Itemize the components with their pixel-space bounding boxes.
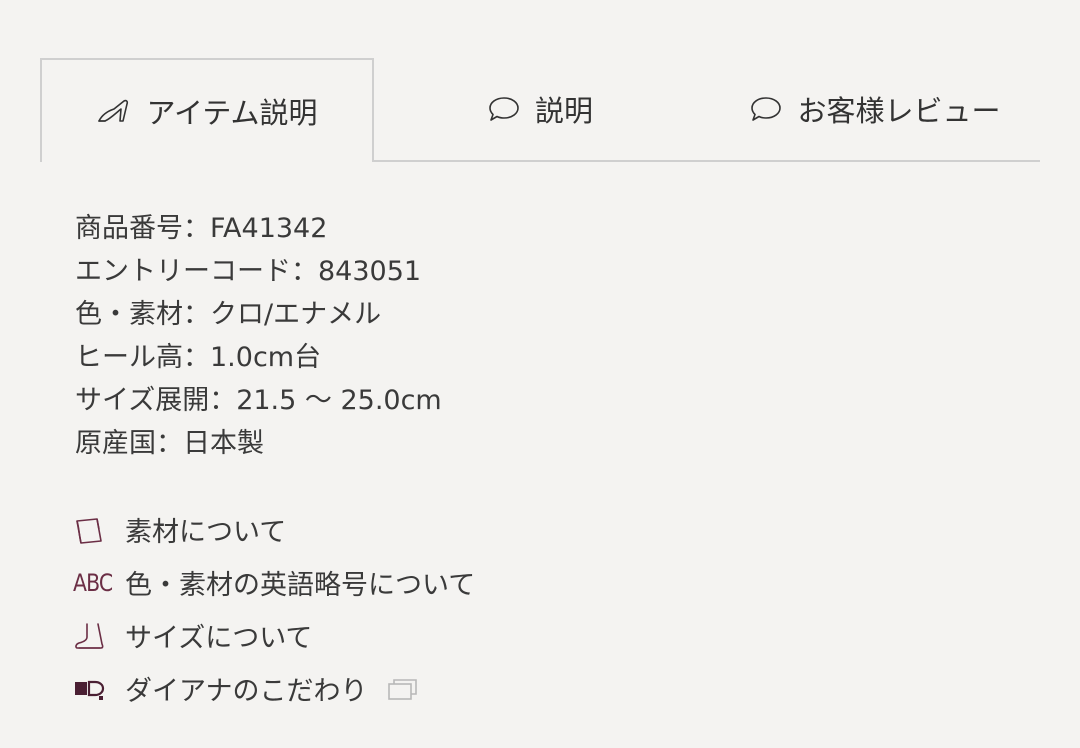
- tab-label: お客様レビュー: [797, 94, 1001, 128]
- link-label: ダイアナのこだわり: [125, 676, 368, 707]
- info-links: 素材について ABC 色・素材の英語略号について サイズについて ダイアナのこだ…: [73, 503, 475, 715]
- abc-icon: ABC: [73, 568, 113, 597]
- speech-bubble-icon: [749, 95, 783, 123]
- spec-item-origin: 原産国：日本製: [75, 428, 264, 459]
- spec-item-entry-code: エントリーコード：843051: [75, 256, 422, 287]
- tab-customer-reviews[interactable]: お客様レビュー: [730, 58, 1020, 160]
- tab-bar: アイテム説明 説明 お客様レビュー: [40, 58, 1040, 162]
- tab-label: 説明: [534, 94, 593, 128]
- tab-explanation[interactable]: 説明: [440, 58, 640, 160]
- speech-bubble-icon: [487, 95, 521, 123]
- tab-item-description[interactable]: アイテム説明: [40, 58, 374, 162]
- spec-item-heel-height: ヒール高：1.0cm台: [75, 342, 322, 373]
- link-about-materials[interactable]: 素材について: [73, 503, 475, 556]
- spec-list: 商品番号：FA41342 エントリーコード：843051 色・素材：クロ/エナメ…: [75, 207, 442, 465]
- link-color-material-abbreviations[interactable]: ABC 色・素材の英語略号について: [73, 556, 475, 609]
- fabric-icon: [73, 514, 111, 546]
- spec-item-size-range: サイズ展開：21.5 〜 25.0cm: [75, 385, 442, 416]
- foot-icon: [73, 620, 111, 652]
- heel-shoe-icon: [96, 97, 132, 125]
- spec-item-product-number: 商品番号：FA41342: [75, 213, 328, 244]
- spec-item-color-material: 色・素材：クロ/エナメル: [75, 299, 382, 330]
- tab-label: アイテム説明: [146, 96, 318, 130]
- link-about-sizes[interactable]: サイズについて: [73, 609, 475, 662]
- link-diana-commitment[interactable]: ダイアナのこだわり: [73, 662, 475, 715]
- diana-logo-icon: [73, 673, 111, 705]
- link-label: 色・素材の英語略号について: [125, 570, 476, 601]
- link-label: 素材について: [125, 517, 287, 548]
- link-label: サイズについて: [125, 623, 313, 654]
- external-window-icon: [387, 677, 419, 701]
